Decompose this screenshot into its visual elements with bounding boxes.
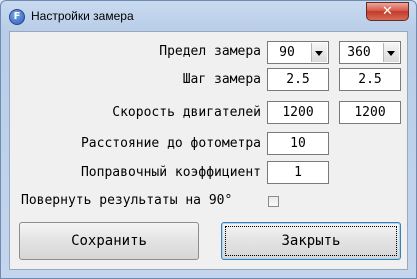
step-field-1[interactable]: 2.5 xyxy=(267,68,329,91)
speed-label: Скорость двигателей xyxy=(112,105,261,120)
speed-field-2[interactable]: 1200 xyxy=(339,101,401,124)
range-select-2[interactable]: 360 xyxy=(339,41,401,64)
chevron-down-icon[interactable] xyxy=(311,43,327,62)
focus-ring xyxy=(225,226,397,256)
correction-field[interactable]: 1 xyxy=(267,161,329,184)
close-icon: ✕ xyxy=(382,4,393,19)
range-label: Предел замера xyxy=(159,44,261,59)
window-close-button[interactable]: ✕ xyxy=(366,2,409,21)
dialog-body: Предел замера 90 360 Шаг замера 2.5 2.5 … xyxy=(9,31,408,270)
save-button[interactable]: Сохранить xyxy=(19,222,199,260)
distance-field[interactable]: 10 xyxy=(267,132,329,155)
app-icon: F xyxy=(9,9,25,25)
step-label: Шаг замера xyxy=(182,72,261,87)
range-select-1[interactable]: 90 xyxy=(267,41,329,64)
title-bar[interactable]: F Настройки замера ✕ xyxy=(1,1,416,31)
correction-label: Поправочный коэффициент xyxy=(80,165,261,180)
speed-field-1[interactable]: 1200 xyxy=(267,101,329,124)
rotate-label: Повернуть результаты на 90° xyxy=(21,193,233,208)
chevron-down-icon[interactable] xyxy=(383,43,399,62)
settings-window: F Настройки замера ✕ Предел замера 90 36… xyxy=(0,0,417,279)
window-title: Настройки замера xyxy=(31,9,134,23)
range-select-1-value: 90 xyxy=(279,45,295,60)
close-button[interactable]: Закрыть xyxy=(221,222,401,260)
distance-label: Расстояние до фотометра xyxy=(80,136,261,151)
rotate-checkbox[interactable] xyxy=(268,196,279,207)
range-select-2-value: 360 xyxy=(347,45,371,60)
step-field-2[interactable]: 2.5 xyxy=(339,68,401,91)
